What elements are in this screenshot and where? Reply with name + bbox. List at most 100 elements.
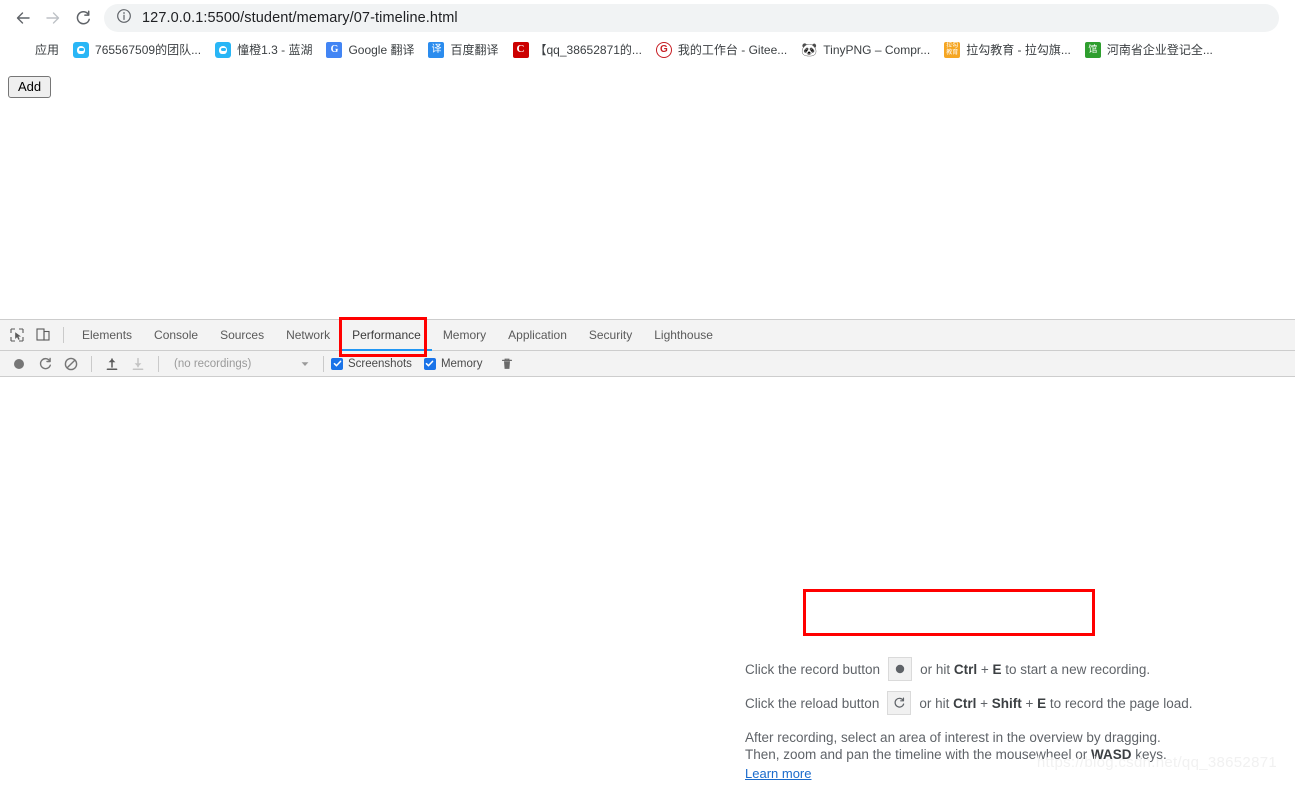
back-button[interactable] [8,3,38,33]
lanhu-icon [215,41,232,58]
reload-record-icon [39,357,51,369]
tab-security[interactable]: Security [578,320,643,351]
overview-key-wasd: WASD [1090,747,1132,762]
performance-instructions: Click the record button or hit Ctrl + E … [745,657,1193,782]
overview-instruction-paragraph: After recording, select an area of inter… [745,729,1193,782]
clear-recording-button[interactable] [58,351,84,377]
tab-console[interactable]: Console [143,320,209,351]
bookmark-baidu-translate[interactable]: 译 百度翻译 [421,39,505,61]
tab-memory[interactable]: Memory [432,320,497,351]
toolbar-divider [63,327,64,343]
bookmark-csdn[interactable]: C 【qq_38652871的... [506,39,649,61]
record-button-inline[interactable] [888,657,913,681]
add-button[interactable]: Add [8,76,52,98]
bookmark-lagou[interactable]: 拉勾教育 拉勾教育 - 拉勾旗... [937,39,1078,61]
overview-line-2-post: keys. [1135,747,1167,762]
bookmark-lanhu-team[interactable]: 765567509的团队... [66,39,208,61]
henan-icon: 馆 [1084,41,1101,58]
gitee-icon: G [655,41,672,58]
reload-button[interactable] [68,3,98,33]
info-circle-icon[interactable] [116,8,132,29]
bookmark-chongcheng-lanhu[interactable]: 憧橙1.3 - 蓝湖 [208,39,319,61]
bookmark-label: Google 翻译 [348,43,415,57]
chevron-down-icon [301,361,309,366]
forward-button[interactable] [38,3,68,33]
record-instruction-post: to start a new recording. [1005,661,1151,677]
performance-toolbar: (no recordings) Screenshots Memory [0,351,1295,377]
bookmark-henan[interactable]: 馆 河南省企业登记全... [1078,39,1220,61]
bookmark-tinypng[interactable]: 🐼 TinyPNG – Compr... [794,39,937,61]
bookmarks-bar: 应用 765567509的团队... 憧橙1.3 - 蓝湖 G Google 翻… [0,36,1295,64]
memory-checkbox[interactable]: Memory [423,357,483,370]
bookmark-label: 拉勾教育 - 拉勾旗... [966,43,1071,57]
lagou-icon: 拉勾教育 [944,41,961,58]
reload-key-shift: Shift [991,695,1022,711]
csdn-icon: C [512,41,529,58]
memory-label: Memory [440,357,483,370]
record-circle-icon [14,358,24,369]
arrow-right-icon [46,12,60,24]
reload-and-record-button[interactable] [32,351,58,377]
trash-icon [502,358,513,369]
save-profile-button[interactable] [125,351,151,377]
apps-grid-icon [13,42,29,58]
devtools-panel: Elements Console Sources Network Perform… [0,319,1295,781]
recordings-dropdown-value: (no recordings) [174,357,252,370]
reload-key-e: E [1037,695,1047,711]
browser-chrome: 127.0.0.1:5500/student/memary/07-timelin… [0,0,1295,64]
reload-button-inline[interactable] [887,691,912,715]
reload-instruction-row: Click the reload button or hit Ctrl + Sh… [745,691,1193,715]
inspect-element-button[interactable] [4,322,30,348]
tab-performance[interactable]: Performance [341,320,432,351]
record-instruction-mid: or hit [920,661,951,677]
web-page-viewport: Add [0,64,1295,319]
toolbar-divider [91,355,92,372]
bookmark-label: 我的工作台 - Gitee... [677,43,788,57]
bookmark-gitee[interactable]: G 我的工作台 - Gitee... [649,39,794,61]
record-instruction-pre: Click the record button [745,661,881,677]
overview-line-2-pre: Then, zoom and pan the timeline with the… [745,747,1088,762]
bookmark-apps[interactable]: 应用 [6,39,66,61]
screenshots-label: Screenshots [348,357,412,370]
checkbox-checked-icon [423,357,436,370]
record-instruction-row: Click the record button or hit Ctrl + E … [745,657,1193,681]
checkbox-checked-icon [331,357,343,370]
reload-icon [894,697,905,708]
tab-elements[interactable]: Elements [71,320,143,351]
screenshots-checkbox[interactable]: Screenshots [331,357,412,370]
recordings-dropdown[interactable]: (no recordings) [166,354,316,374]
upload-arrow-icon [106,357,118,370]
inspect-element-icon [10,328,24,342]
tab-application[interactable]: Application [497,320,578,351]
lanhu-icon [73,41,90,58]
device-toolbar-toggle-button[interactable] [30,322,56,348]
arrow-left-icon [16,12,30,24]
bookmark-label: 河南省企业登记全... [1106,43,1213,57]
reload-instruction-post: to record the page load. [1049,695,1193,711]
address-bar[interactable]: 127.0.0.1:5500/student/memary/07-timelin… [104,4,1279,32]
reload-key-ctrl: Ctrl [953,695,977,711]
toolbar-divider [323,355,324,372]
bookmark-label: 765567509的团队... [95,43,202,57]
learn-more-link[interactable]: Learn more [745,765,811,782]
reload-icon [76,10,90,25]
bookmark-label: TinyPNG – Compr... [823,42,931,57]
bookmark-google-translate[interactable]: G Google 翻译 [319,39,421,61]
devtools-tab-bar: Elements Console Sources Network Perform… [0,320,1295,351]
record-key-ctrl: Ctrl [953,661,978,677]
tab-lighthouse[interactable]: Lighthouse [643,320,724,351]
baidu-translate-icon: 译 [428,41,445,58]
download-arrow-icon [132,357,144,370]
record-button[interactable] [6,351,32,377]
device-toolbar-icon [36,328,50,341]
performance-landing-panel: Click the record button or hit Ctrl + E … [0,377,1295,781]
google-translate-icon: G [326,41,343,58]
collect-garbage-button[interactable] [494,351,520,377]
load-profile-button[interactable] [99,351,125,377]
bookmark-label: 【qq_38652871的... [534,43,642,57]
reload-instruction-mid: or hit [919,695,950,711]
tab-sources[interactable]: Sources [209,320,275,351]
bookmark-label: 应用 [35,43,60,57]
tab-network[interactable]: Network [275,320,341,351]
reload-instruction-pre: Click the reload button [745,695,880,711]
